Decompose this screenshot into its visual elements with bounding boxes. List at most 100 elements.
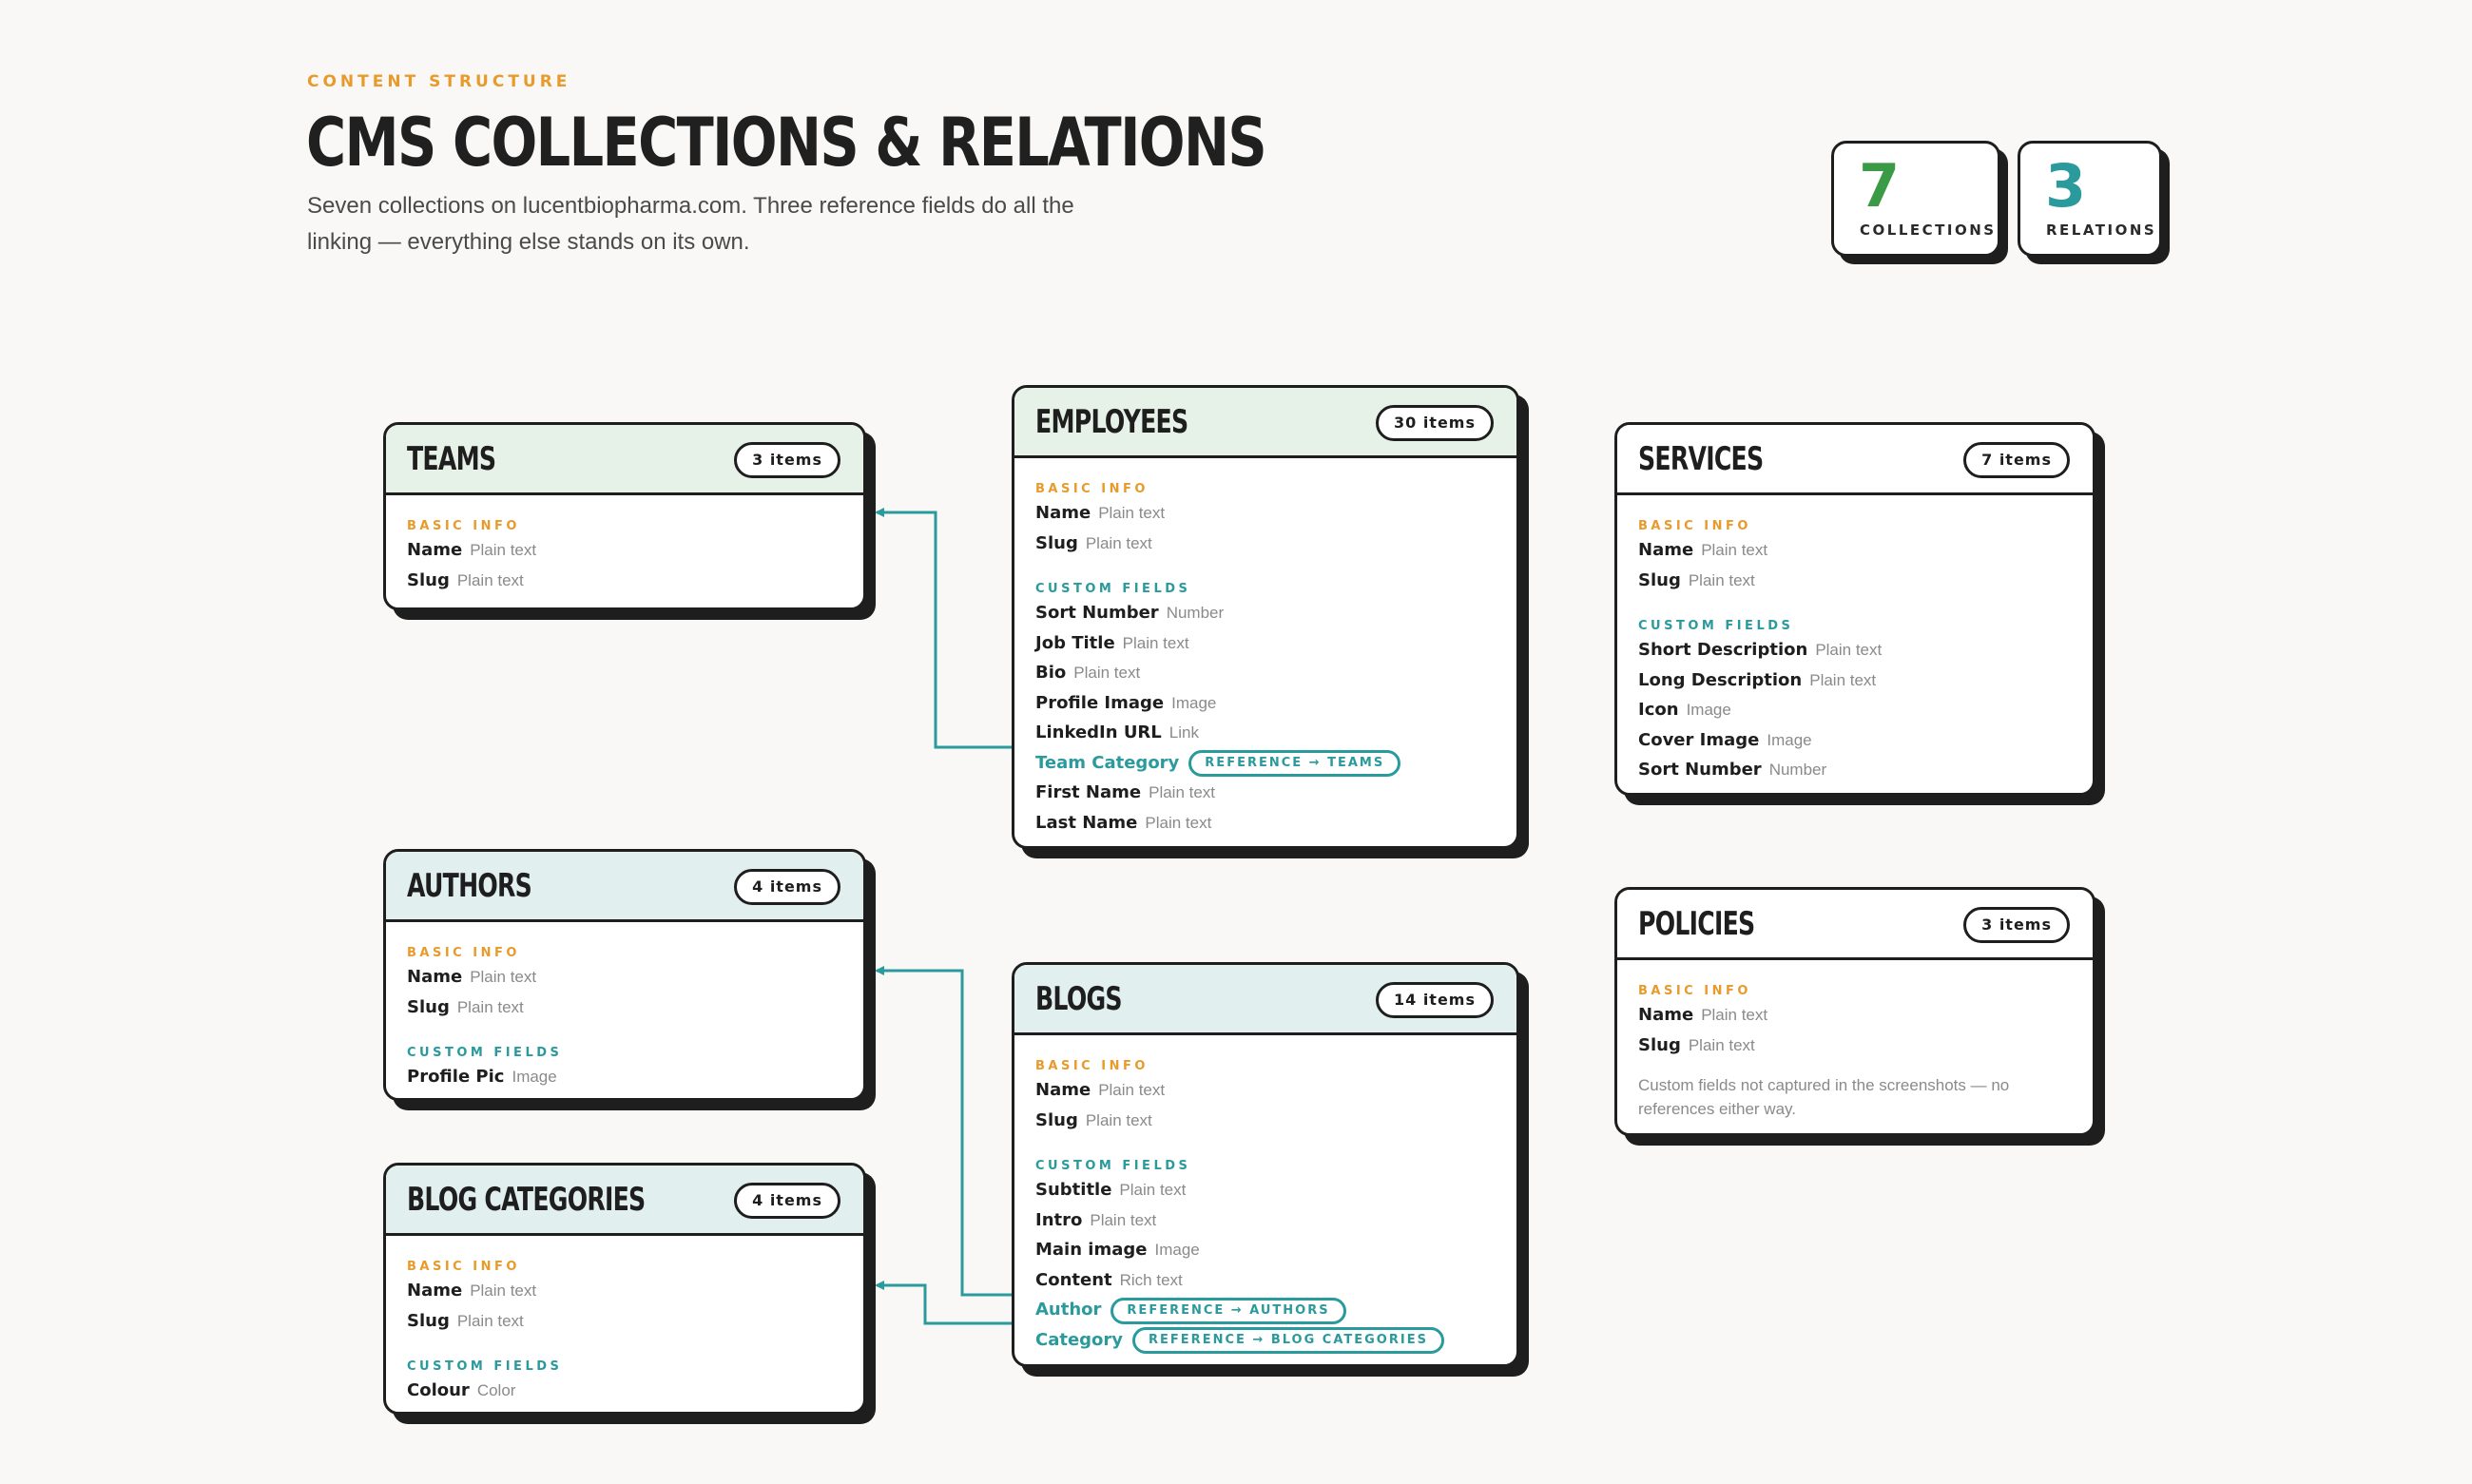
collection-card-authors[interactable]: AUTHORS 4 items BASIC INFO Name Plain text Sl… (383, 849, 866, 1101)
section-label-custom: CUSTOM FIELDS (407, 1046, 563, 1060)
field-name: First Name (1035, 782, 1142, 802)
field-row-slug: Slug Plain text (407, 568, 844, 598)
field-row-bio: Bio Plain text (1035, 660, 1497, 690)
card-header: POLICIES 3 items (1617, 890, 2093, 960)
field-type: Plain text (1085, 1110, 1152, 1129)
field-row-name: Name Plain text (407, 1278, 844, 1308)
field-type: Image (1171, 693, 1217, 712)
field-type: Plain text (1701, 541, 1768, 559)
eyebrow: CONTENT STRUCTURE (307, 72, 571, 91)
collection-card-teams[interactable]: TEAMS 3 items BASIC INFO Name Plain text Slug… (383, 422, 866, 610)
reference-pill[interactable]: REFERENCE → AUTHORS (1110, 1297, 1346, 1324)
field-name: Sort Number (1035, 603, 1159, 623)
card-header: SERVICES 7 items (1617, 425, 2093, 495)
field-name: Slug (1035, 1109, 1078, 1130)
section-label-custom: CUSTOM FIELDS (1035, 1159, 1191, 1173)
field-type: Image (512, 1068, 557, 1086)
card-body: BASIC INFO Name Plain text Slug Plain text CU… (407, 1257, 844, 1408)
page-subtitle: Seven collections on lucentbiopharma.com… (307, 193, 1074, 255)
field-row-name: Name Plain text (1638, 537, 2074, 568)
field-name: Icon (1638, 700, 1679, 720)
field-row-subtitle: Subtitle Plain text (1035, 1177, 1497, 1207)
field-row-slug: Slug Plain text (1035, 1108, 1497, 1138)
field-row-slug: Slug Plain text (407, 994, 844, 1025)
field-type: Number (1768, 761, 1827, 779)
collection-card-blogs[interactable]: BLOGS 14 items BASIC INFO Name Plain text Slu… (1012, 962, 1519, 1367)
field-type: Plain text (456, 997, 524, 1016)
field-type: Number (1166, 604, 1225, 622)
card-body: BASIC INFO Name Plain text Slug Plain text CU… (1035, 1056, 1497, 1357)
collection-card-blog-categories[interactable]: BLOG CATEGORIES 4 items BASIC INFO Name Plai… (383, 1163, 866, 1415)
card-body: BASIC INFO Name Plain text Slug Plain text CU… (1638, 516, 2074, 787)
card-header: BLOGS 14 items (1014, 965, 1516, 1035)
field-name: Long Description (1638, 669, 1803, 690)
field-name: Colour (407, 1380, 470, 1400)
field-row-long-description: Long Description Plain text (1638, 667, 2074, 698)
field-name: Name (1035, 1080, 1091, 1100)
field-row-slug: Slug Plain text (1638, 568, 2074, 598)
field-row-name: Name Plain text (1638, 1002, 2074, 1032)
collection-card-policies[interactable]: POLICIES 3 items BASIC INFO Name Plain text S… (1614, 887, 2095, 1136)
field-type: Plain text (456, 1311, 524, 1330)
collection-title: AUTHORS (407, 867, 532, 905)
card-body: BASIC INFO Name Plain text Slug Plain text CU… (1035, 479, 1497, 839)
field-name: Slug (1035, 532, 1078, 553)
field-row-short-description: Short Description Plain text (1638, 637, 2074, 667)
collection-title: TEAMS (407, 440, 496, 478)
field-name: Cover Image (1638, 729, 1760, 750)
field-name: Bio (1035, 663, 1067, 683)
field-row-sort-number: Sort Number Number (1035, 600, 1497, 630)
field-type: Plain text (1809, 670, 1877, 689)
field-row-slug: Slug Plain text (1035, 530, 1497, 561)
field-name: Category (1035, 1329, 1124, 1350)
card-header: BLOG CATEGORIES 4 items (386, 1166, 863, 1236)
field-row-intro: Intro Plain text (1035, 1207, 1497, 1238)
card-header: AUTHORS 4 items (386, 852, 863, 922)
reference-pill[interactable]: REFERENCE → TEAMS (1188, 750, 1401, 777)
relation-author-to-authors (875, 966, 1013, 1297)
item-count-badge: 14 items (1375, 982, 1494, 1018)
field-row-slug: Slug Plain text (407, 1308, 844, 1339)
field-row-name: Name Plain text (1035, 500, 1497, 530)
section-label-basic: BASIC INFO (1638, 984, 1751, 998)
card-body: BASIC INFO Name Plain text Slug Plain text (407, 516, 844, 597)
field-type: Plain text (1145, 813, 1212, 832)
page-title: CMS COLLECTIONS & RELATIONS (306, 104, 1267, 182)
stat-label: RELATIONS (2046, 222, 2157, 239)
field-name: Sort Number (1638, 760, 1762, 780)
collection-card-employees[interactable]: EMPLOYEES 30 items BASIC INFO Name Plain tex… (1012, 385, 1519, 849)
stat-relations: 3 RELATIONS (2018, 141, 2162, 257)
field-name: Intro (1035, 1209, 1083, 1230)
field-name: Name (1638, 1005, 1694, 1025)
field-row-category: Category REFERENCE → BLOG CATEGORIES (1035, 1327, 1497, 1358)
card-body: BASIC INFO Name Plain text Slug Plain text Cu… (1638, 981, 2074, 1121)
field-name: Slug (407, 1310, 450, 1331)
card-header: TEAMS 3 items (386, 425, 863, 495)
section-label-custom: CUSTOM FIELDS (407, 1359, 563, 1374)
field-type: Image (1686, 701, 1731, 719)
field-name: Slug (407, 569, 450, 590)
field-row-sort-number: Sort Number Number (1638, 757, 2074, 787)
field-type: Plain text (1688, 1035, 1755, 1054)
field-name: Subtitle (1035, 1180, 1112, 1200)
field-row-cover-image: Cover Image Image (1638, 727, 2074, 758)
section-label-basic: BASIC INFO (407, 946, 520, 960)
field-type: Image (1154, 1241, 1200, 1259)
field-name: Main image (1035, 1240, 1148, 1260)
stat-collections: 7 COLLECTIONS (1831, 141, 2000, 257)
item-count-badge: 4 items (734, 869, 840, 905)
field-row-main-image: Main image Image (1035, 1237, 1497, 1267)
reference-pill[interactable]: REFERENCE → BLOG CATEGORIES (1132, 1327, 1444, 1354)
field-row-linkedin-url: LinkedIn URL Link (1035, 720, 1497, 750)
collection-card-services[interactable]: SERVICES 7 items BASIC INFO Name Plain text S… (1614, 422, 2095, 796)
field-row-name: Name Plain text (1035, 1077, 1497, 1108)
field-type: Rich text (1119, 1270, 1183, 1289)
field-row-author: Author REFERENCE → AUTHORS (1035, 1297, 1497, 1327)
field-row-first-name: First Name Plain text (1035, 780, 1497, 810)
item-count-badge: 3 items (1963, 907, 2070, 943)
field-type: Color (476, 1381, 516, 1399)
relation-category-to-blog-categories (875, 1281, 1013, 1325)
field-row-slug: Slug Plain text (1638, 1032, 2074, 1063)
field-row-icon: Icon Image (1638, 697, 2074, 727)
field-name: Profile Image (1035, 692, 1165, 713)
